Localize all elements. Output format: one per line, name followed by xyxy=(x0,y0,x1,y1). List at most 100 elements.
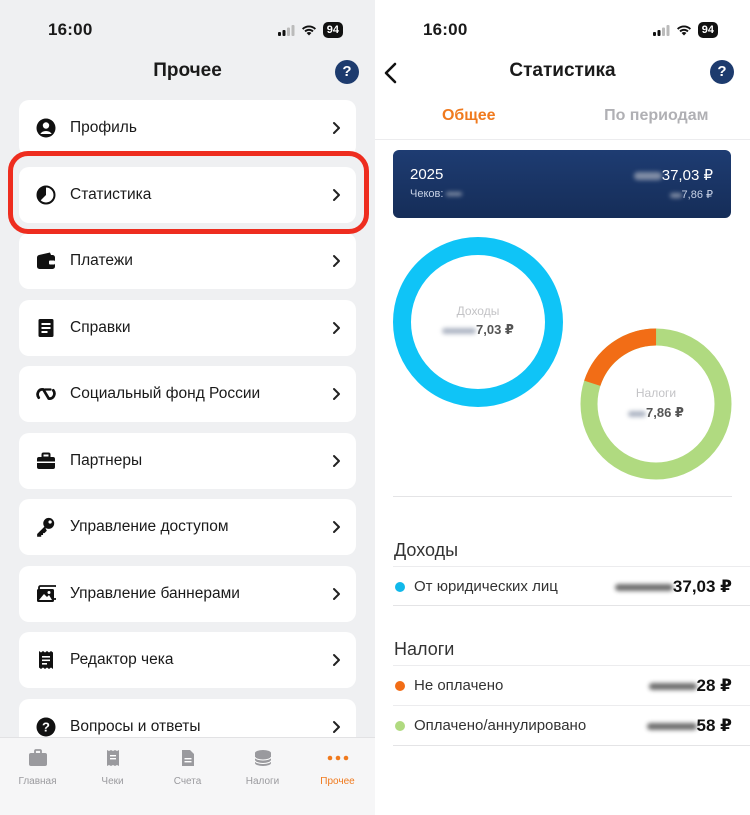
checks-label: Чеков: xyxy=(410,188,444,200)
chevron-right-icon xyxy=(333,188,340,201)
chevron-right-icon xyxy=(333,255,340,267)
svg-text:?: ? xyxy=(42,719,50,734)
wifi-icon xyxy=(301,25,316,36)
income-section-title: Доходы xyxy=(394,540,459,560)
statistics-screen: 16:00 94 Статистика ? Общее По периодам … xyxy=(375,0,750,815)
year-label: 2025 xyxy=(410,166,444,183)
coins-icon xyxy=(254,748,272,768)
battery-indicator: 94 xyxy=(697,22,718,38)
tab-bar: Главная Чеки Счета Налоги Прочее xyxy=(0,737,375,815)
income-ring-label: Доходы xyxy=(456,304,500,318)
receipt-icon xyxy=(36,650,56,670)
tab-label: Главная xyxy=(18,776,57,787)
menu-item-label: Партнеры xyxy=(70,451,143,469)
wallet-icon xyxy=(36,251,56,271)
document-icon xyxy=(36,318,56,338)
briefcase-icon xyxy=(36,451,56,471)
chevron-right-icon xyxy=(333,388,340,400)
year-income-visible: 37,03 ₽ xyxy=(661,167,713,184)
tab-general[interactable]: Общее xyxy=(375,104,563,139)
redacted-value xyxy=(669,192,682,198)
rings-chart-area: Доходы 7,03 ₽ Налоги 7,86 ₽ xyxy=(375,230,750,490)
more-icon xyxy=(327,748,349,768)
status-time: 16:00 xyxy=(48,20,93,39)
menu-item-receipt-editor[interactable]: Редактор чека xyxy=(19,632,356,688)
menu-item-banner-management[interactable]: Управление баннерами xyxy=(19,565,356,622)
tab-other[interactable]: Прочее xyxy=(300,738,375,815)
legend-dot xyxy=(395,720,405,731)
other-screen: 16:00 94 Прочее ? Профиль Статистика Пла… xyxy=(0,0,375,815)
year-summary-card[interactable]: 2025 Чеков: 37,03 ₽ 7,86 ₽ xyxy=(393,150,731,218)
tab-by-period[interactable]: По периодам xyxy=(563,104,750,139)
receipts-icon xyxy=(106,748,120,768)
tax-row-paid[interactable]: Оплачено/аннулировано 58 ₽ xyxy=(393,705,750,745)
menu-item-access-management[interactable]: Управление доступом xyxy=(19,499,356,555)
redacted-value xyxy=(646,722,697,730)
legend-dot xyxy=(395,680,405,691)
rings-svg xyxy=(393,237,732,480)
menu-item-statistics[interactable]: Статистика xyxy=(19,166,356,223)
year-tax-amount: 7,86 ₽ xyxy=(669,188,713,201)
redacted-value xyxy=(633,172,662,181)
menu-item-label: Управление баннерами xyxy=(70,584,240,602)
tab-invoices[interactable]: Счета xyxy=(150,738,225,815)
redacted-value xyxy=(442,327,477,334)
invoice-icon xyxy=(181,748,195,768)
tax-section-title: Налоги xyxy=(394,639,455,659)
menu-item-certificates[interactable]: Справки xyxy=(19,299,356,356)
menu-item-partners[interactable]: Партнеры xyxy=(19,432,356,489)
chevron-right-icon xyxy=(333,122,340,134)
sfr-logo-icon xyxy=(36,384,56,404)
key-icon xyxy=(36,517,56,537)
chevron-right-icon xyxy=(333,654,340,666)
tax-ring-label: Налоги xyxy=(635,386,677,400)
signal-icon xyxy=(277,24,295,36)
status-time: 16:00 xyxy=(423,20,468,39)
menu-item-label: Статистика xyxy=(70,185,152,203)
row-divider xyxy=(393,745,750,746)
menu-item-label: Профиль xyxy=(70,119,137,136)
chevron-right-icon xyxy=(333,454,340,467)
row-label: От юридических лиц xyxy=(414,578,558,595)
tab-receipts[interactable]: Чеки xyxy=(75,738,150,815)
tab-label: Налоги xyxy=(245,776,280,787)
other-menu: Профиль Статистика Платежи Справки Социа… xyxy=(19,100,356,765)
menu-item-label: Управление доступом xyxy=(70,518,229,535)
page-title: Прочее xyxy=(153,60,222,81)
help-button[interactable]: ? xyxy=(710,60,734,84)
menu-item-label: Социальный фонд России xyxy=(70,385,261,402)
menu-item-profile[interactable]: Профиль xyxy=(19,100,356,156)
row-value: 37,03 ₽ xyxy=(614,577,732,597)
status-bar: 16:00 94 xyxy=(0,18,375,42)
menu-item-label: Справки xyxy=(70,318,131,336)
redacted-value xyxy=(446,192,463,197)
battery-indicator: 94 xyxy=(322,22,343,38)
question-icon: ? xyxy=(36,717,56,737)
menu-item-label: Платежи xyxy=(70,252,133,269)
section-divider xyxy=(393,496,732,497)
year-income-amount: 37,03 ₽ xyxy=(633,166,713,184)
tax-row-unpaid[interactable]: Не оплачено 28 ₽ xyxy=(393,665,750,705)
status-bar: 16:00 94 xyxy=(375,18,750,42)
redacted-value xyxy=(628,410,647,417)
row-value: 58 ₽ xyxy=(646,716,732,736)
menu-item-label: Вопросы и ответы xyxy=(70,717,201,735)
year-tax-visible: 7,86 ₽ xyxy=(681,189,713,201)
income-row-legal-entities[interactable]: От юридических лиц 37,03 ₽ xyxy=(393,566,750,606)
wifi-icon xyxy=(676,25,691,36)
row-divider xyxy=(393,605,750,606)
menu-item-social-fund[interactable]: Социальный фонд России xyxy=(19,366,356,422)
help-button[interactable]: ? xyxy=(335,60,359,84)
tab-label: Чеки xyxy=(101,776,124,787)
redacted-value xyxy=(648,682,697,690)
tab-label: Счета xyxy=(173,776,202,787)
profile-icon xyxy=(36,118,56,138)
tab-home[interactable]: Главная xyxy=(0,738,75,815)
checks-count: Чеков: xyxy=(410,188,463,200)
menu-item-payments[interactable]: Платежи xyxy=(19,233,356,289)
redacted-value xyxy=(614,583,673,591)
home-icon xyxy=(28,748,48,768)
legend-dot xyxy=(395,581,405,592)
row-label: Не оплачено xyxy=(414,677,504,694)
tab-taxes[interactable]: Налоги xyxy=(225,738,300,815)
